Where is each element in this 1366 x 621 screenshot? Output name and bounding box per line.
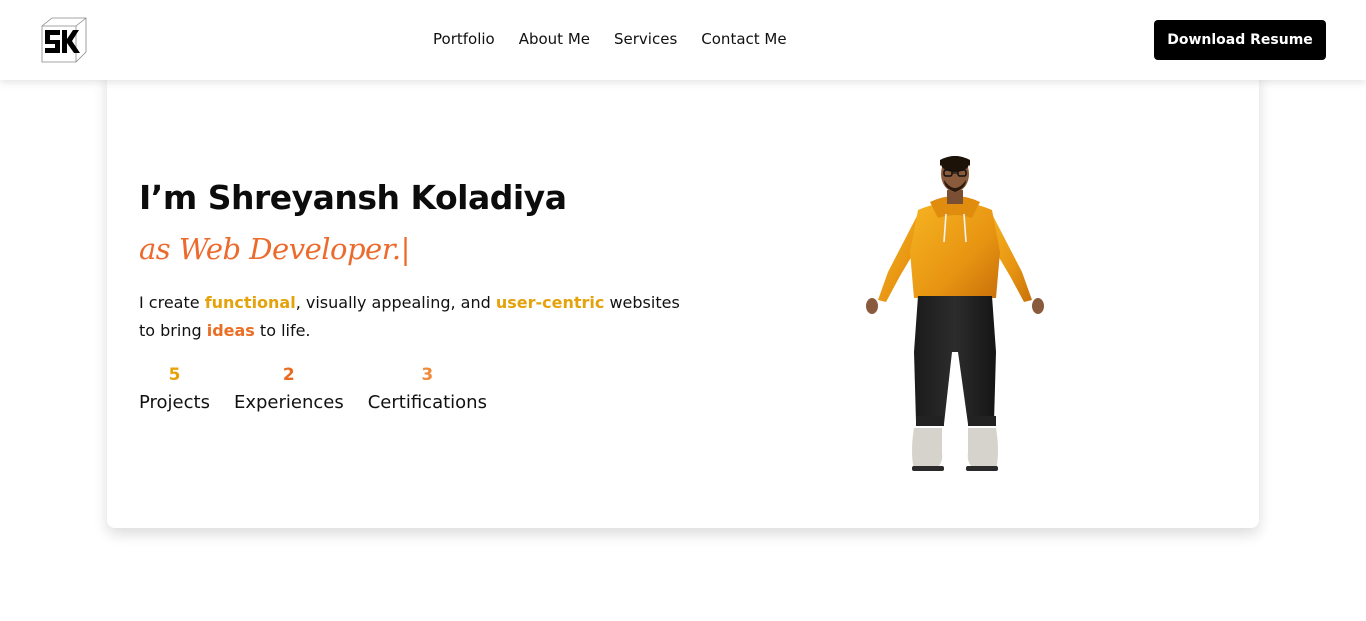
desc-highlight-functional: functional xyxy=(204,293,296,312)
site-header: SK Portfolio About Me Services Contact M… xyxy=(0,0,1366,80)
stat-experiences-count: 2 xyxy=(282,365,295,385)
download-resume-button[interactable]: Download Resume xyxy=(1154,20,1326,60)
hero-description: I create functional, visually appealing,… xyxy=(139,289,699,345)
stat-projects-label: Projects xyxy=(139,392,210,413)
stat-certifications-count: 3 xyxy=(421,365,434,385)
stat-experiences-label: Experiences xyxy=(233,392,344,413)
hero-title: I’m Shreyansh Koladiya xyxy=(139,178,567,217)
stat-certifications: 3 Certifications xyxy=(368,363,487,419)
desc-text-4: to life. xyxy=(254,321,311,340)
desc-highlight-user-centric: user-centric xyxy=(495,293,605,312)
stat-projects: 5 Projects xyxy=(139,363,210,419)
hero-role-text: as Web Developer. xyxy=(139,232,401,266)
desc-text-1: I create xyxy=(139,293,205,312)
stat-projects-count: 5 xyxy=(168,365,181,385)
typing-caret: | xyxy=(400,232,411,266)
hero-role: as Web Developer.| xyxy=(139,232,410,266)
nav-portfolio[interactable]: Portfolio xyxy=(433,30,495,48)
main-nav: Portfolio About Me Services Contact Me xyxy=(433,30,811,48)
logo[interactable]: SK xyxy=(40,16,88,64)
stat-experiences: 2 Experiences xyxy=(234,363,344,419)
desc-text-2: , visually appealing, and xyxy=(295,293,496,312)
stats-row: 5 Projects 2 Experiences 3 Certification… xyxy=(139,363,511,419)
nav-about-me[interactable]: About Me xyxy=(519,30,590,48)
logo-icon xyxy=(41,17,87,63)
stat-certifications-label: Certifications xyxy=(367,392,487,413)
nav-services[interactable]: Services xyxy=(614,30,677,48)
nav-contact-me[interactable]: Contact Me xyxy=(701,30,786,48)
desc-highlight-ideas: ideas xyxy=(206,321,255,340)
avatar-3d-model xyxy=(866,156,1044,471)
